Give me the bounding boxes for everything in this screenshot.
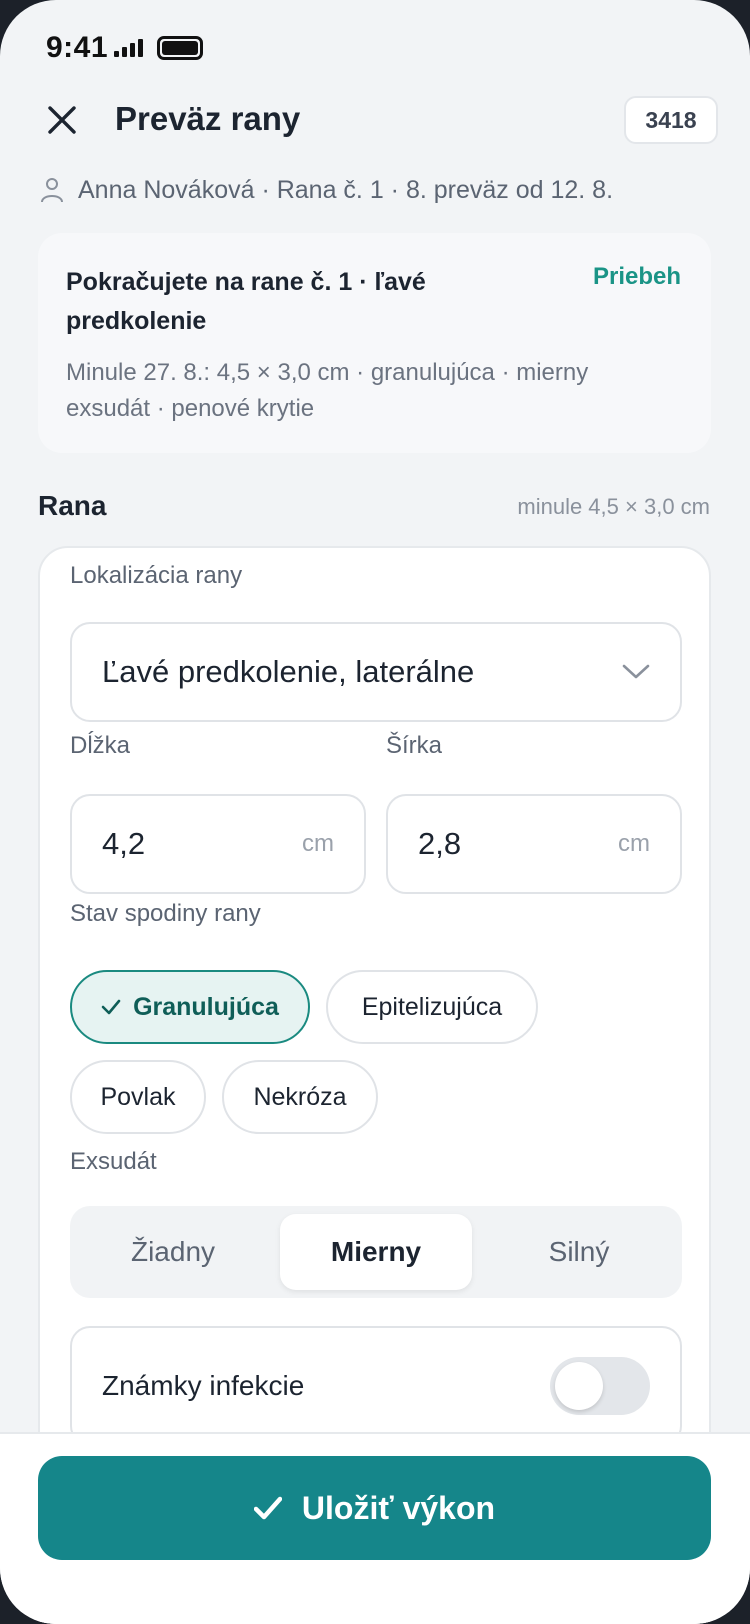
continuation-title: Pokračujete na rane č. 1 · ľavé predkole… xyxy=(66,268,426,335)
progress-link[interactable]: Priebeh xyxy=(593,263,681,291)
length-value: 4,2 xyxy=(102,826,146,861)
person-icon xyxy=(41,178,63,203)
location-select[interactable]: Ľavé predkolenie, laterálne xyxy=(70,622,682,722)
previous-size-hint: minule 4,5 × 3,0 cm xyxy=(517,494,710,519)
chevron-down-icon xyxy=(622,664,650,679)
chip-label: Granulujúca xyxy=(133,992,279,1021)
width-input[interactable]: 2,8 cm xyxy=(386,794,682,894)
chip-epithelializing[interactable]: Epitelizujúca xyxy=(326,970,538,1044)
page-title: Preväz rany xyxy=(115,100,301,137)
chip-granulating[interactable]: Granulujúca xyxy=(70,970,310,1044)
exudate-option-none[interactable]: Žiadny xyxy=(78,1214,268,1290)
record-id-badge: 3418 xyxy=(624,96,718,144)
continuation-card: Pokračujete na rane č. 1 · ľavé predkole… xyxy=(38,233,711,453)
exudate-segmented-control: Žiadny Mierny Silný xyxy=(70,1206,682,1298)
width-unit: cm xyxy=(618,830,650,857)
close-button[interactable] xyxy=(40,98,84,142)
chip-label: Nekróza xyxy=(253,1082,347,1111)
width-label: Šírka xyxy=(386,732,443,759)
bottom-action-bar: Uložiť výkon xyxy=(0,1432,750,1624)
check-icon xyxy=(253,1496,282,1520)
length-input[interactable]: 4,2 cm xyxy=(70,794,366,894)
exudate-option-mild[interactable]: Mierny xyxy=(280,1214,472,1290)
patient-info: Anna Nováková · Rana č. 1 · 8. preväz od… xyxy=(40,172,613,208)
infection-toggle[interactable] xyxy=(550,1357,650,1415)
chip-label: Povlak xyxy=(100,1082,176,1111)
wound-bed-label: Stav spodiny rany xyxy=(70,900,261,927)
chip-label: Epitelizujúca xyxy=(361,992,503,1021)
length-unit: cm xyxy=(302,830,334,857)
length-label: Dĺžka xyxy=(70,732,131,759)
save-button[interactable]: Uložiť výkon xyxy=(38,1456,711,1560)
exudate-label: Exsudát xyxy=(70,1148,157,1175)
width-value: 2,8 xyxy=(418,826,462,861)
signal-icon xyxy=(114,39,144,57)
section-title: Rana xyxy=(38,490,107,521)
infection-label: Známky infekcie xyxy=(102,1370,305,1401)
chip-slough[interactable]: Povlak xyxy=(70,1060,206,1134)
header: Preväz rany 3418 xyxy=(0,92,750,148)
check-icon xyxy=(101,999,121,1015)
phone-screen: 9:41 Preväz rany 3418 Anna Nováková · Ra… xyxy=(0,0,750,1624)
chip-necrosis[interactable]: Nekróza xyxy=(222,1060,378,1134)
patient-summary: Anna Nováková · Rana č. 1 · 8. preväz od… xyxy=(78,175,614,204)
status-time: 9:41 xyxy=(46,31,109,64)
save-label: Uložiť výkon xyxy=(301,1489,496,1526)
infection-row: Známky infekcie xyxy=(70,1326,682,1446)
exudate-option-strong[interactable]: Silný xyxy=(484,1214,674,1290)
close-icon xyxy=(48,106,76,134)
location-value: Ľavé predkolenie, laterálne xyxy=(102,654,475,689)
battery-icon xyxy=(157,36,204,60)
status-bar: 9:41 xyxy=(46,30,204,66)
location-label: Lokalizácia rany xyxy=(70,562,243,589)
previous-dressing-summary: Minule 27. 8.: 4,5 × 3,0 cm · granulujúc… xyxy=(66,359,589,422)
